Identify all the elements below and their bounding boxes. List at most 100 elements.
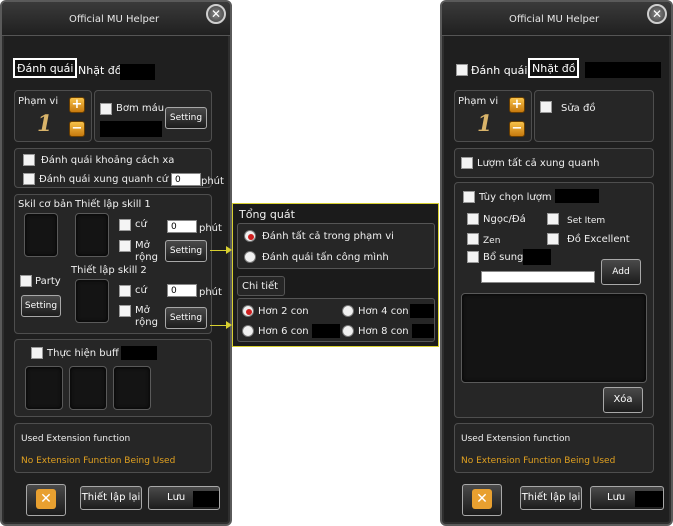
general-options: Đánh tất cả trong phạm vi Đánh quái tấn …: [237, 223, 435, 269]
redaction-bar: [410, 304, 434, 318]
excellent-label: Đồ Excellent: [567, 234, 630, 245]
more-6-label: Hơn 6 con: [258, 326, 309, 337]
fight-around-checkbox[interactable]: [23, 173, 35, 185]
target-attacker-radio[interactable]: [244, 251, 256, 263]
skill2-interval-input[interactable]: 0: [167, 284, 197, 297]
redaction-bar: [412, 324, 434, 338]
window-title: Official MU Helper: [69, 14, 160, 25]
potion-checkbox[interactable]: [100, 103, 112, 115]
buff-label: Thực hiện buff: [47, 348, 119, 359]
pick-option-checkbox[interactable]: [463, 191, 475, 203]
party-setting-button[interactable]: Setting: [21, 295, 61, 317]
save-button[interactable]: Lưu: [148, 486, 220, 510]
basic-skill-slot[interactable]: [24, 213, 58, 257]
jewel-checkbox[interactable]: [467, 213, 479, 225]
increase-range-button[interactable]: +: [69, 97, 85, 113]
redaction-bar: [100, 121, 162, 137]
reset-button[interactable]: Thiết lập lại: [520, 486, 582, 510]
close-icon[interactable]: ✕: [647, 4, 667, 24]
repair-label: Sửa đồ: [561, 103, 596, 114]
potion-setting-button[interactable]: Setting: [165, 107, 207, 129]
extension-status: No Extension Function Being Used: [21, 456, 176, 466]
skills-panel: Skil cơ bản Thiết lập skill 1 cứ 0 phút …: [14, 194, 222, 334]
more-6-radio[interactable]: [242, 325, 254, 337]
basic-skill-label: Skil cơ bản: [18, 199, 73, 210]
decrease-range-button[interactable]: −: [69, 121, 85, 137]
window-title: Official MU Helper: [509, 14, 600, 25]
title-bar: Official MU Helper ✕: [442, 2, 671, 36]
repair-panel: Sửa đồ: [534, 90, 654, 142]
skill1-interval-input[interactable]: 0: [167, 220, 197, 233]
redaction-bar: [555, 189, 599, 203]
extra-item-list[interactable]: [461, 293, 647, 383]
general-header: Tổng quát: [239, 208, 295, 221]
detail-tab: Chi tiết: [237, 276, 285, 296]
more-2-label: Hơn 2 con: [258, 306, 309, 317]
tab-fight[interactable]: Đánh quái: [13, 58, 78, 78]
skill2-setting-button[interactable]: Setting: [165, 307, 207, 329]
close-button[interactable]: ✕: [26, 484, 66, 516]
save-label: Lưu: [167, 492, 186, 503]
detail-options: Hơn 2 con Hơn 4 con Hơn 6 con Hơn 8 con: [237, 298, 435, 342]
extra-item-input[interactable]: [481, 271, 595, 283]
party-label: Party: [35, 276, 61, 287]
excellent-checkbox[interactable]: [547, 233, 559, 245]
reset-button[interactable]: Thiết lập lại: [80, 486, 142, 510]
tab-checkbox: [456, 64, 468, 76]
redaction-bar: [120, 64, 155, 80]
save-label: Lưu: [607, 492, 626, 503]
buff-checkbox[interactable]: [31, 347, 43, 359]
potion-label: Bơm máu: [116, 103, 165, 114]
skill2-slot[interactable]: [75, 279, 109, 323]
pick-option-label: Tùy chọn lượm: [479, 192, 552, 203]
more-8-radio[interactable]: [342, 325, 354, 337]
range-panel: Phạm vi 1 + −: [14, 90, 92, 142]
range-value: 1: [37, 111, 53, 137]
redaction-bar: [523, 249, 551, 265]
skill2-interval-checkbox[interactable]: [119, 285, 131, 297]
pick-option-panel: Tùy chọn lượm Ngọc/Đá Set Item Zen Đồ Ex…: [454, 182, 654, 418]
redaction-bar: [585, 62, 661, 78]
party-checkbox[interactable]: [20, 275, 32, 287]
range-value: 1: [477, 111, 493, 137]
tab-pickup[interactable]: Nhặt đồ: [76, 62, 123, 82]
skill1-setting-button[interactable]: Setting: [165, 240, 207, 262]
decrease-range-button[interactable]: −: [509, 121, 525, 137]
add-button[interactable]: Add: [601, 259, 641, 285]
pick-all-checkbox[interactable]: [461, 157, 473, 169]
helper-window-pickup: Official MU Helper ✕ Đánh quái Nhặt đồ P…: [440, 0, 673, 526]
skill2-expand-checkbox[interactable]: [119, 305, 131, 317]
redaction-bar: [193, 491, 219, 507]
extra-checkbox[interactable]: [467, 251, 479, 263]
skill1-interval-checkbox[interactable]: [119, 219, 131, 231]
tab-pickup[interactable]: Nhặt đồ: [528, 58, 580, 78]
delete-button[interactable]: Xóa: [603, 387, 643, 413]
more-4-radio[interactable]: [342, 305, 354, 317]
buff-slot-3[interactable]: [113, 366, 151, 410]
detail-header: Chi tiết: [242, 281, 279, 292]
set-item-label: Set Item: [567, 216, 606, 226]
range-label: Phạm vi: [458, 96, 499, 107]
target-all-radio[interactable]: [244, 230, 256, 242]
set-item-checkbox[interactable]: [547, 213, 559, 225]
skill2-each-label: cứ: [135, 285, 147, 296]
range-label: Phạm vi: [18, 96, 59, 107]
skill1-slot[interactable]: [75, 213, 109, 257]
more-2-radio[interactable]: [242, 305, 254, 317]
extra-label: Bổ sung: [483, 252, 524, 263]
buff-slot-1[interactable]: [25, 366, 63, 410]
skill-setting-popup: Tổng quát Đánh tất cả trong phạm vi Đánh…: [232, 203, 439, 347]
save-button[interactable]: Lưu: [590, 486, 664, 510]
zen-checkbox[interactable]: [467, 233, 479, 245]
close-button[interactable]: ✕: [462, 484, 502, 516]
long-range-checkbox[interactable]: [23, 154, 35, 166]
range-panel: Phạm vi 1 + −: [454, 90, 532, 142]
skill1-expand-checkbox[interactable]: [119, 240, 131, 252]
buff-slot-2[interactable]: [69, 366, 107, 410]
repair-checkbox[interactable]: [540, 101, 552, 113]
close-icon[interactable]: ✕: [206, 4, 226, 24]
fight-around-input[interactable]: 0: [171, 173, 201, 186]
zen-label: Zen: [483, 236, 501, 246]
tab-fight[interactable]: Đánh quái: [469, 62, 529, 82]
increase-range-button[interactable]: +: [509, 97, 525, 113]
